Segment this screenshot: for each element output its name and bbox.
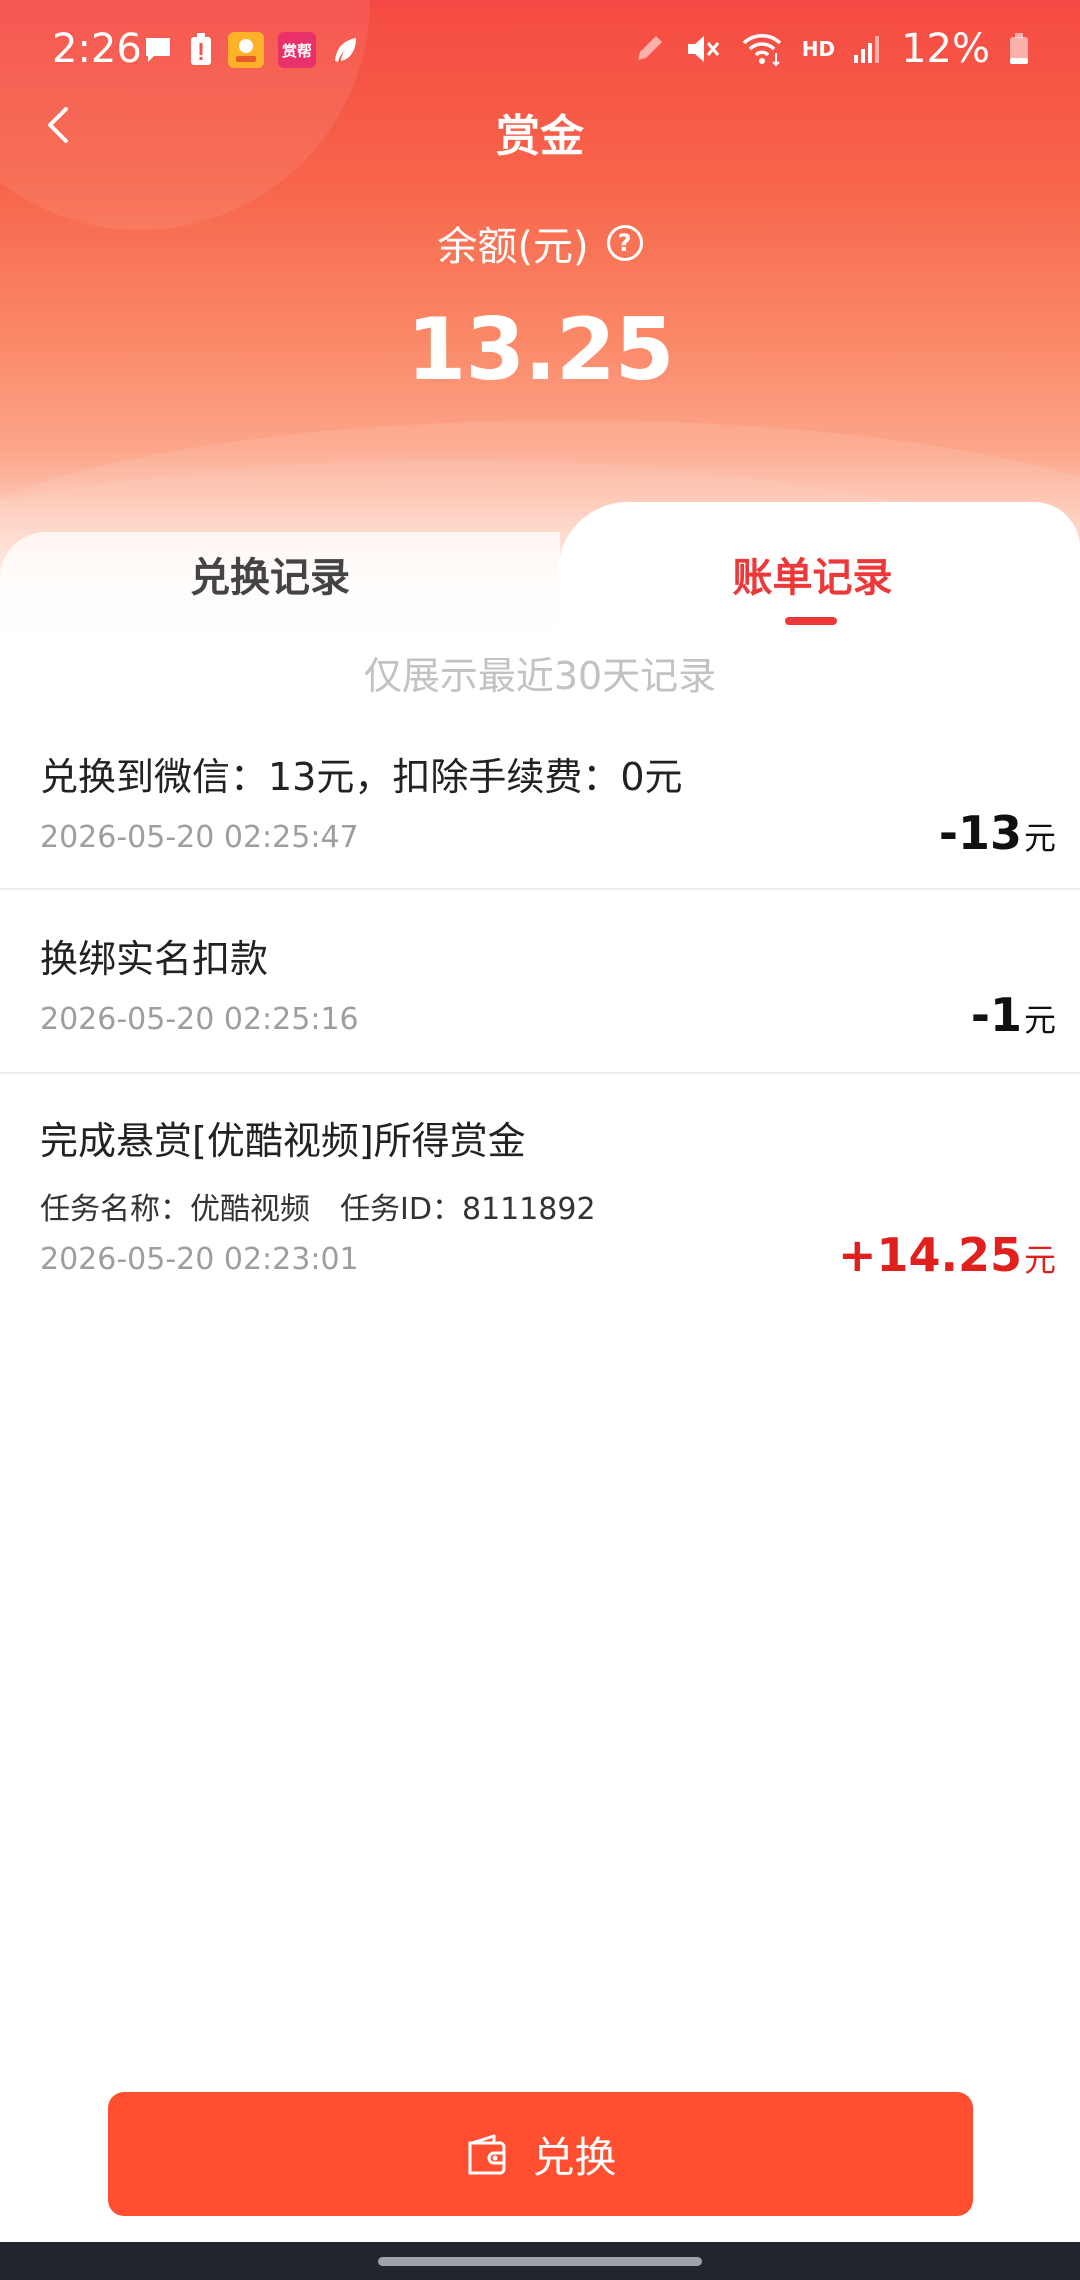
amount-value: -1: [970, 988, 1022, 1042]
app-icon-zanbang: 赏帮: [278, 32, 316, 68]
tab-bill-records[interactable]: 账单记录: [560, 545, 1065, 603]
system-navigation-bar: [0, 2242, 1080, 2280]
battery-percent: 12%: [901, 26, 990, 72]
amount-unit: 元: [1023, 1001, 1056, 1039]
system-icons: HD 12%: [632, 26, 1030, 72]
pencil-icon: [637, 36, 662, 60]
page-title: 赏金: [496, 111, 584, 162]
record-amount: +14.25 元: [838, 1228, 1056, 1282]
records-notice: 仅展示最近30天记录: [363, 654, 717, 698]
balance-label: 余额(元): [437, 224, 589, 270]
active-tab-indicator: [785, 617, 837, 625]
amount-value: +14.25: [837, 1228, 1022, 1282]
status-time: 2:26: [52, 26, 142, 72]
record-time: 2026-05-20 02:23:01: [40, 1242, 359, 1277]
exchange-button-label: 兑换: [532, 2132, 617, 2182]
status-bar: 2:26 赏帮 HD 12%: [0, 0, 1080, 100]
signal-icon: [854, 36, 880, 63]
feather-icon: [335, 38, 356, 62]
balance-value: 13.25: [406, 300, 674, 400]
amount-unit: 元: [1023, 1241, 1056, 1279]
wallet-icon: [468, 2134, 506, 2175]
list-item[interactable]: 换绑实名扣款 2026-05-20 02:25:16 -1 元: [0, 890, 1080, 1074]
help-icon[interactable]: ?: [606, 225, 643, 261]
record-task-info: 任务名称：优酷视频 任务ID：8111892: [40, 1192, 596, 1227]
record-amount: -1 元: [971, 988, 1056, 1042]
message-icon: [146, 38, 170, 62]
record-title: 兑换到微信：13元，扣除手续费：0元: [40, 755, 683, 799]
battery-alert-icon: [191, 33, 211, 65]
notification-icons: 赏帮: [142, 32, 362, 68]
mute-icon: [687, 36, 719, 62]
exchange-button[interactable]: 兑换: [108, 2092, 973, 2216]
battery-icon: [1010, 33, 1028, 64]
record-amount: -13 元: [939, 806, 1056, 860]
list-item[interactable]: 兑换到微信：13元，扣除手续费：0元 2026-05-20 02:25:47 -…: [0, 726, 1080, 890]
balance-label-row: 余额(元) ?: [0, 214, 1080, 272]
tab-exchange-records[interactable]: 兑换记录: [0, 545, 540, 603]
record-title: 换绑实名扣款: [40, 937, 269, 981]
hd-icon: HD: [801, 37, 836, 61]
amount-unit: 元: [1023, 819, 1056, 857]
list-item[interactable]: 完成悬赏[优酷视频]所得赏金 任务名称：优酷视频 任务ID：8111892 20…: [0, 1074, 1080, 1314]
app-icon-1: [228, 32, 264, 68]
record-time: 2026-05-20 02:25:47: [40, 820, 359, 855]
home-indicator[interactable]: [378, 2257, 702, 2266]
record-title: 完成悬赏[优酷视频]所得赏金: [40, 1119, 526, 1163]
wifi-icon: [742, 34, 781, 67]
record-time: 2026-05-20 02:25:16: [40, 1002, 359, 1037]
amount-value: -13: [938, 806, 1022, 860]
